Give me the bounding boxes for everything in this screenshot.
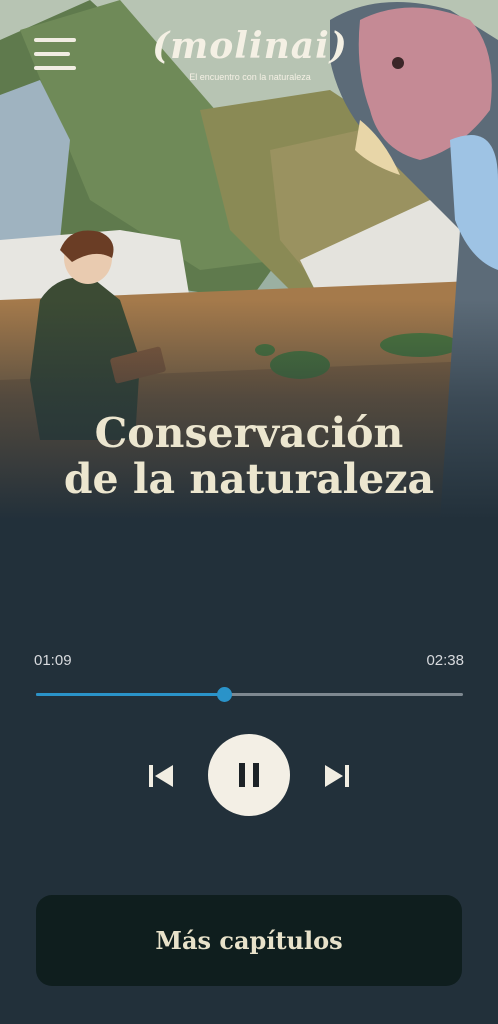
pause-button[interactable] <box>208 734 290 816</box>
pause-icon <box>239 763 259 787</box>
more-chapters-button[interactable]: Más capítulos <box>36 895 462 986</box>
brand-tagline: El encuentro con la naturaleza <box>189 72 311 82</box>
current-time: 01:09 <box>34 652 72 669</box>
next-button[interactable] <box>322 762 352 790</box>
progress-fill <box>36 693 224 696</box>
hamburger-menu-line <box>34 52 70 56</box>
previous-button[interactable] <box>146 762 176 790</box>
more-chapters-label: Más capítulos <box>155 926 343 955</box>
hamburger-menu-icon <box>34 38 76 42</box>
episode-title-line-1: Conservación <box>94 409 404 457</box>
brand[interactable]: (molinai) El encuentro con la naturaleza <box>150 22 350 82</box>
total-time: 02:38 <box>426 652 464 669</box>
skip-next-icon <box>325 765 349 787</box>
skip-previous-icon <box>149 765 173 787</box>
episode-title-line-2: de la naturaleza <box>63 455 435 503</box>
progress-slider[interactable] <box>36 687 463 702</box>
progress-knob[interactable] <box>216 687 232 702</box>
episode-title: Conservación de la naturaleza <box>0 410 498 502</box>
menu-button[interactable] <box>34 38 78 74</box>
brand-logo: (molinai) <box>152 25 348 67</box>
hamburger-menu-line <box>34 66 76 70</box>
